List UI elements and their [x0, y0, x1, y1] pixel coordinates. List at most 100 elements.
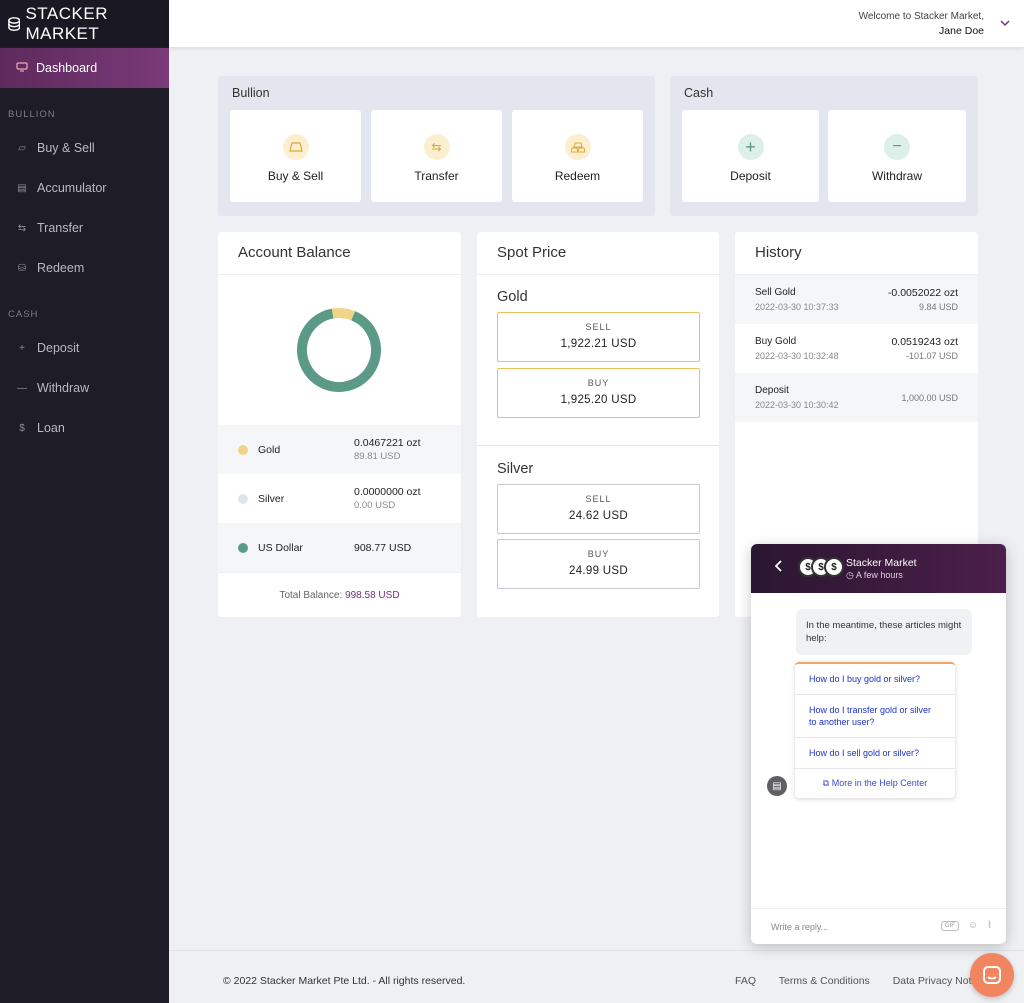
spot-price-title: Spot Price: [477, 232, 719, 275]
history-date: 2022-03-30 10:32:48: [755, 351, 839, 361]
clock-icon: ◷: [846, 570, 854, 580]
gold-price-title: Gold: [497, 289, 528, 305]
history-amount: 0.0519243 ozt: [891, 336, 958, 348]
help-article-link[interactable]: How do I buy gold or silver?: [795, 664, 955, 695]
sidebar-item-label: Deposit: [37, 341, 80, 355]
chevron-down-icon[interactable]: [1000, 16, 1010, 30]
action-label: Redeem: [554, 169, 601, 183]
sidebar-item-label: Withdraw: [37, 381, 90, 395]
chat-header: $ $ $ Stacker Market ◷ A few hours: [751, 544, 1006, 593]
calendar-icon: ▤: [17, 182, 27, 194]
emoji-icon[interactable]: ☺: [968, 920, 978, 931]
history-row[interactable]: Deposit 2022-03-30 10:30:42 1,000.00 USD: [735, 373, 978, 422]
donut-gold-segment: [297, 308, 381, 392]
balance-value: 908.77 USD: [354, 541, 412, 554]
sidebar-section-bullion: BULLION: [8, 109, 56, 120]
sidebar-item-redeem[interactable]: ⛁ Redeem: [0, 248, 169, 288]
history-type: Buy Gold: [755, 336, 797, 347]
gold-bar-icon: ▱: [18, 142, 26, 154]
history-usd: -101.07 USD: [905, 351, 958, 361]
history-title: History: [735, 232, 978, 275]
usd-dot: [238, 542, 248, 553]
total-balance-label: Total Balance:: [279, 590, 343, 601]
coin-stack-icon: [8, 16, 21, 31]
chat-reply-input[interactable]: Write a reply... GIF ☺ ⌇: [751, 908, 1006, 944]
bullion-redeem-button[interactable]: Redeem: [512, 110, 643, 202]
donut-usd-segment: [297, 308, 381, 392]
user-menu[interactable]: Welcome to Stacker Market, Jane Doe: [859, 10, 984, 38]
sidebar-item-withdraw[interactable]: — Withdraw: [0, 368, 169, 408]
balance-value: 0.0467221 ozt: [354, 436, 421, 449]
sidebar-item-label: Loan: [37, 421, 65, 435]
cash-deposit-button[interactable]: + Deposit: [682, 110, 819, 202]
user-name: Jane Doe: [939, 25, 984, 37]
top-header: Welcome to Stacker Market, Jane Doe: [169, 0, 1024, 47]
chat-launcher-button[interactable]: [970, 953, 1014, 997]
attachment-icon[interactable]: ⌇: [987, 920, 992, 931]
footer-link-faq[interactable]: FAQ: [735, 975, 756, 987]
silver-dot: [238, 493, 248, 504]
sidebar-item-deposit[interactable]: + Deposit: [0, 328, 169, 368]
sidebar-item-label: Dashboard: [36, 61, 98, 75]
history-row[interactable]: Buy Gold 2022-03-30 10:32:48 0.0519243 o…: [735, 324, 978, 373]
chat-tools: GIF ☺ ⌇: [940, 920, 992, 931]
action-label: Transfer: [414, 169, 459, 183]
account-balance-card: Account Balance Gold 0.0467221 ozt 89.81…: [218, 232, 461, 617]
history-date: 2022-03-30 10:30:42: [755, 400, 839, 410]
silver-price-title: Silver: [497, 461, 534, 477]
action-label: Deposit: [730, 169, 771, 183]
dollar-icon: $: [19, 422, 25, 434]
welcome-text: Welcome to Stacker Market,: [858, 11, 984, 22]
history-amount: -0.0052022 ozt: [887, 287, 958, 299]
sidebar-item-dashboard[interactable]: Dashboard: [0, 48, 169, 88]
balance-row-gold: Gold 0.0467221 ozt 89.81 USD: [218, 425, 461, 474]
balance-sub-value: 0.00 USD: [354, 499, 396, 511]
monitor-icon: [16, 61, 28, 75]
copyright-text: © 2022 Stacker Market Pte Ltd. - All rig…: [223, 975, 466, 987]
buy-label: BUY: [587, 549, 610, 559]
brand-logo[interactable]: STACKER MARKET: [0, 0, 169, 47]
bullion-transfer-button[interactable]: ⇆ Transfer: [371, 110, 502, 202]
back-arrow-icon[interactable]: [774, 559, 783, 576]
chat-response-time: ◷ A few hours: [846, 570, 903, 581]
gold-sell-price[interactable]: SELL 1,922.21 USD: [497, 312, 700, 362]
silver-buy-price[interactable]: BUY 24.99 USD: [497, 539, 700, 589]
action-label: Buy & Sell: [267, 169, 324, 183]
cash-panel-title: Cash: [684, 86, 714, 100]
chat-widget: $ $ $ Stacker Market ◷ A few hours In th…: [751, 544, 1006, 944]
silver-sell-price[interactable]: SELL 24.62 USD: [497, 484, 700, 534]
gold-buy-price[interactable]: BUY 1,925.20 USD: [497, 368, 700, 418]
sidebar-item-accumulator[interactable]: ▤ Accumulator: [0, 168, 169, 208]
plus-icon: +: [19, 342, 25, 354]
chat-message: In the meantime, these articles might he…: [796, 609, 972, 655]
history-type: Sell Gold: [755, 287, 796, 298]
help-article-link[interactable]: How do I transfer gold or silver to anot…: [795, 695, 955, 738]
sidebar-item-buy-sell[interactable]: ▱ Buy & Sell: [0, 128, 169, 168]
footer-link-terms[interactable]: Terms & Conditions: [779, 975, 870, 987]
sidebar: STACKER MARKET Dashboard BULLION ▱ Buy &…: [0, 0, 169, 1003]
sidebar-item-loan[interactable]: $ Loan: [0, 408, 169, 448]
help-center-link[interactable]: ⧉ More in the Help Center: [795, 769, 955, 798]
sidebar-item-label: Transfer: [37, 221, 84, 235]
balance-label: Gold: [258, 443, 281, 456]
sell-value: 1,922.21 USD: [560, 338, 637, 350]
external-link-icon: ⧉: [822, 778, 830, 788]
history-usd: 1,000.00 USD: [901, 393, 958, 403]
sell-label: SELL: [585, 494, 612, 504]
gold-stack-icon: ⛁: [17, 262, 27, 274]
action-label: Withdraw: [871, 169, 922, 183]
chat-status-text: A few hours: [855, 570, 903, 580]
history-row[interactable]: Sell Gold 2022-03-30 10:37:33 -0.0052022…: [735, 275, 978, 324]
buy-label: BUY: [587, 378, 610, 388]
total-balance: Total Balance: 998.58 USD: [218, 590, 461, 601]
balance-sub-value: 89.81 USD: [354, 450, 401, 462]
gif-icon[interactable]: GIF: [940, 920, 959, 931]
cash-withdraw-button[interactable]: − Withdraw: [828, 110, 966, 202]
help-article-link[interactable]: How do I sell gold or silver?: [795, 738, 955, 769]
transfer-arrows-icon: ⇆: [423, 134, 450, 160]
sell-value: 24.62 USD: [569, 510, 628, 522]
plus-icon: +: [737, 134, 764, 160]
bullion-buy-sell-button[interactable]: Buy & Sell: [230, 110, 361, 202]
sidebar-item-transfer[interactable]: ⇆ Transfer: [0, 208, 169, 248]
team-avatars: $ $ $: [798, 557, 844, 577]
